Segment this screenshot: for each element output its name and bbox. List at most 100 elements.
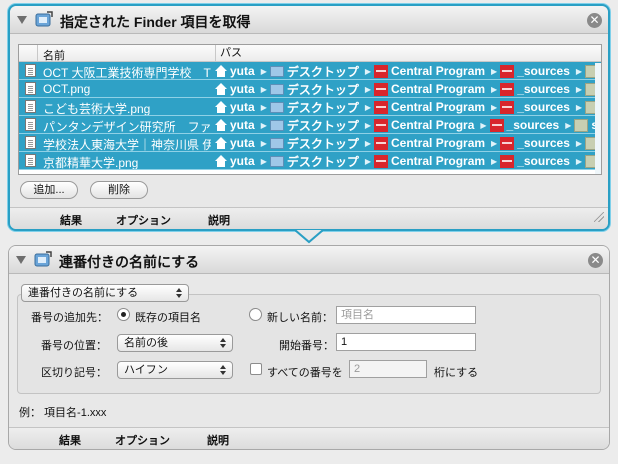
document-icon (25, 64, 36, 77)
column-name-header[interactable]: 名前 (43, 47, 65, 63)
file-path: yuta ▶ デスクトップ ▶ Central Program ▶ _sources ▶ (215, 80, 600, 98)
path-segment: _sources (500, 100, 570, 114)
popup-value: 連番付きの名前にする (28, 287, 139, 299)
folder-thumbnail-icon (374, 100, 389, 114)
file-name: 学校法人東海大学｜神奈川県 伊勢 (43, 138, 211, 152)
rename-mode-popup[interactable]: 連番付きの名前にする (21, 284, 189, 302)
path-arrow-icon: ▶ (575, 66, 583, 76)
disclosure-triangle-icon[interactable] (17, 16, 27, 24)
folder-icon (269, 137, 284, 149)
column-path-header[interactable]: パス (215, 45, 242, 61)
folder-thumbnail-icon (500, 82, 515, 96)
list-scrollbar[interactable] (595, 63, 601, 174)
home-icon (215, 65, 227, 77)
file-row[interactable]: 学校法人東海大学｜神奈川県 伊勢 yuta ▶ デスクトップ ▶ Central Prog… (19, 134, 601, 152)
file-row[interactable]: OCT.png yuta ▶ デスクトップ ▶ Central Program ▶ _sour… (19, 80, 601, 98)
path-segment-label: _sources (517, 136, 570, 150)
results-tab[interactable]: 結果 (59, 432, 81, 448)
path-segment-label: Central Program (391, 136, 486, 150)
resize-handle-icon[interactable] (594, 212, 604, 222)
existing-name-label[interactable]: 既存の項目名 (135, 309, 201, 325)
position-popup[interactable]: 名前の後 (117, 334, 233, 352)
path-arrow-icon: ▶ (491, 138, 498, 148)
file-row[interactable]: パンタンデザイン研究所 ファッ yuta ▶ デスクトップ ▶ Central Progr… (19, 116, 601, 134)
path-segment: デスクトップ (269, 135, 359, 152)
path-segment: Central Program (374, 64, 485, 78)
position-label: 番号の位置： (41, 340, 107, 352)
path-segment: デスクトップ (269, 63, 359, 80)
delete-button[interactable]: 削除 (90, 181, 148, 199)
path-arrow-icon: ▶ (260, 84, 267, 94)
get-finder-items-action[interactable]: 指定された Finder 項目を取得 ✕ 名前 パス OCT 大阪工業技術専門学… (8, 4, 610, 231)
file-list[interactable]: 名前 パス OCT 大阪工業技術専門学校 TO yuta ▶ デスクトップ ▶ Centr… (18, 44, 602, 175)
folder-thumbnail-icon (489, 118, 504, 132)
path-segment: _sources (500, 82, 570, 96)
path-segment: yuta (215, 64, 255, 78)
start-number-field[interactable]: 1 (336, 333, 476, 351)
rename-sequential-action[interactable]: 連番付きの名前にする ✕ 連番付きの名前にする 番号の追加先： 既存の項目名 新… (8, 245, 610, 450)
file-row[interactable]: OCT 大阪工業技術専門学校 TO yuta ▶ デスクトップ ▶ Central Pro… (19, 62, 601, 80)
path-segment-label: デスクトップ (286, 118, 359, 133)
all-numbers-label[interactable]: すべての番号を (267, 364, 343, 380)
home-icon (215, 101, 227, 113)
description-tab[interactable]: 説明 (208, 212, 230, 228)
folder-thumbnail-icon (374, 154, 389, 168)
close-icon[interactable]: ✕ (587, 13, 602, 28)
action-header[interactable]: 連番付きの名前にする ✕ (9, 246, 609, 274)
file-path: yuta ▶ デスクトップ ▶ Central Program ▶ _sources ▶ (215, 152, 600, 169)
path-segment: yuta (215, 118, 255, 132)
path-segment: yuta (215, 154, 255, 168)
path-segment-label: Central Progra (391, 118, 475, 132)
path-segment-label: Central Program (391, 100, 486, 114)
workflow-connector-icon (295, 230, 323, 244)
path-segment-label: yuta (230, 154, 255, 168)
path-arrow-icon: ▶ (364, 66, 372, 76)
chevron-updown-icon (220, 365, 227, 376)
options-tab[interactable]: オプション (116, 212, 171, 228)
new-name-radio[interactable] (249, 308, 262, 321)
path-segment: デスクトップ (269, 81, 359, 98)
document-icon (25, 100, 36, 113)
disclosure-triangle-icon[interactable] (16, 256, 26, 264)
chevron-updown-icon (176, 288, 183, 299)
start-number-label: 開始番号： (279, 340, 334, 352)
all-numbers-checkbox[interactable] (250, 363, 262, 375)
chevron-updown-icon (220, 338, 227, 349)
path-arrow-icon: ▶ (260, 138, 267, 148)
path-segment: Central Progra (374, 118, 474, 132)
folder-thumbnail-icon (500, 136, 515, 150)
digits-field[interactable]: 2 (349, 360, 427, 378)
results-tab[interactable]: 結果 (60, 212, 82, 228)
new-name-label[interactable]: 新しい名前： (267, 309, 333, 325)
list-header: 名前 パス (19, 45, 601, 62)
separator-popup[interactable]: ハイフン (117, 361, 233, 379)
path-arrow-icon: ▶ (260, 120, 267, 130)
file-name: こども芸術大学.png (43, 102, 151, 116)
close-icon[interactable]: ✕ (588, 253, 603, 268)
add-number-to-label: 番号の追加先： (31, 312, 108, 324)
path-segment-label: デスクトップ (286, 154, 359, 169)
path-arrow-icon: ▶ (260, 66, 267, 76)
folder-icon (269, 83, 284, 95)
description-tab[interactable]: 説明 (207, 432, 229, 448)
add-button[interactable]: 追加... (20, 181, 78, 199)
file-path: yuta▶デスクトップ▶Central Progra▶_sources▶so▶ (215, 116, 601, 133)
path-arrow-icon: ▶ (491, 66, 498, 76)
action-header[interactable]: 指定された Finder 項目を取得 ✕ (10, 6, 608, 34)
options-tab[interactable]: オプション (115, 432, 170, 448)
file-row[interactable]: こども芸術大学.png yuta ▶ デスクトップ ▶ Central Program ▶ _… (19, 98, 601, 116)
path-segment: yuta (215, 136, 255, 150)
path-arrow-icon: ▶ (575, 138, 583, 148)
path-segment-label: _sources (517, 64, 570, 78)
new-name-field[interactable]: 項目名 (336, 306, 476, 324)
path-arrow-icon: ▶ (480, 120, 487, 130)
existing-name-radio[interactable] (117, 308, 130, 321)
folder-thumbnail-icon (374, 136, 389, 150)
path-segment: Central Program (374, 136, 485, 150)
path-segment-label: Central Program (391, 64, 486, 78)
path-segment: yuta (215, 100, 255, 114)
file-row[interactable]: 京都精華大学.png yuta ▶ デスクトップ ▶ Central Program ▶ _s… (19, 152, 601, 170)
folder-thumbnail-icon (574, 118, 589, 132)
path-segment-label: デスクトップ (286, 136, 359, 151)
file-name: 京都精華大学.png (43, 156, 139, 170)
